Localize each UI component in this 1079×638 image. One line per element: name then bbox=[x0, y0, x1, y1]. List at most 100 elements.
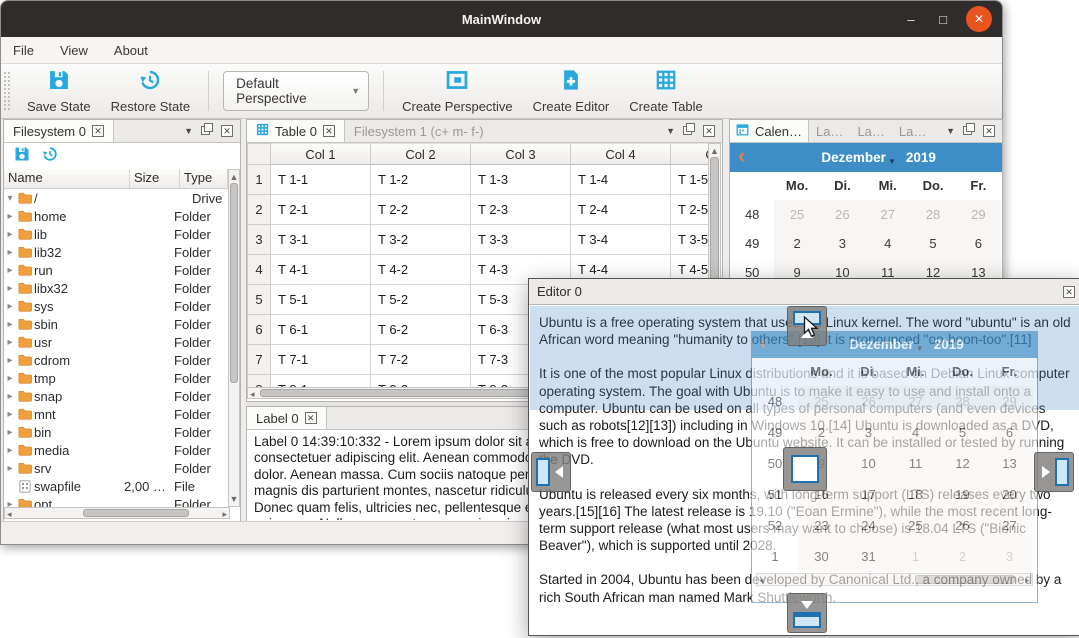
fs-save-icon[interactable] bbox=[14, 146, 30, 167]
table-cell[interactable]: T 1-3 bbox=[471, 165, 571, 195]
table-cell[interactable]: T 8-2 bbox=[371, 375, 471, 387]
tree-row-root[interactable]: ▾/Drive bbox=[4, 189, 230, 207]
table-column-header[interactable]: Col 1 bbox=[271, 143, 371, 165]
tree-row-run[interactable]: ▸runFolder bbox=[4, 261, 230, 279]
perspective-combobox[interactable]: Default Perspective ▼ bbox=[223, 71, 369, 111]
restore-state-button[interactable]: Restore State bbox=[101, 65, 201, 118]
tree-expander-icon[interactable]: ▸ bbox=[4, 391, 16, 402]
tree-expander-icon[interactable]: ▸ bbox=[4, 373, 16, 384]
tab-close-icon[interactable]: ✕ bbox=[323, 125, 335, 137]
table-row-header[interactable]: 3 bbox=[247, 225, 271, 255]
table-cell[interactable]: T 4-1 bbox=[271, 255, 371, 285]
tree-row-media[interactable]: ▸mediaFolder bbox=[4, 441, 230, 459]
minimize-button[interactable]: – bbox=[902, 12, 920, 27]
tab-label-0[interactable]: Label 0 ✕ bbox=[247, 407, 327, 429]
toolbar-drag-handle[interactable] bbox=[3, 71, 11, 111]
table-row-header[interactable]: 4 bbox=[247, 255, 271, 285]
menu-view[interactable]: View bbox=[60, 43, 88, 58]
table-corner-cell[interactable] bbox=[247, 143, 271, 165]
tree-row-srv[interactable]: ▸srvFolder bbox=[4, 459, 230, 477]
editor-titlebar[interactable]: Editor 0 ✕ bbox=[529, 279, 1079, 305]
calendar-day-cell[interactable]: 5 bbox=[910, 229, 955, 258]
close-button[interactable]: ✕ bbox=[966, 6, 992, 32]
tree-row-cdrom[interactable]: ▸cdromFolder bbox=[4, 351, 230, 369]
calendar-day-cell[interactable]: 6 bbox=[956, 229, 1001, 258]
calendar-day-cell[interactable]: 3 bbox=[820, 229, 865, 258]
dock-menu-icon[interactable]: ▼ bbox=[666, 126, 675, 136]
table-column-header[interactable]: Col 2 bbox=[371, 143, 471, 165]
tab-filesystem-0[interactable]: Filesystem 0 ✕ bbox=[4, 120, 114, 142]
tree-row-usr[interactable]: ▸usrFolder bbox=[4, 333, 230, 351]
create-table-button[interactable]: Create Table bbox=[619, 65, 712, 118]
dock-close-icon[interactable]: ✕ bbox=[983, 125, 995, 137]
table-cell[interactable]: T 1-5 bbox=[671, 165, 709, 195]
tree-expander-icon[interactable]: ▸ bbox=[4, 301, 16, 312]
dock-close-icon[interactable]: ✕ bbox=[221, 125, 233, 137]
tab-table-0[interactable]: Table 0 ✕ bbox=[247, 120, 345, 142]
tree-column-header[interactable]: Size bbox=[130, 169, 180, 188]
tab-calendar[interactable]: Calen… bbox=[730, 120, 809, 142]
tree-expander-icon[interactable]: ▸ bbox=[4, 337, 16, 348]
tree-expander-icon[interactable]: ▸ bbox=[4, 211, 16, 222]
table-cell[interactable]: T 2-3 bbox=[471, 195, 571, 225]
tree-column-header[interactable]: Name bbox=[4, 169, 130, 188]
create-perspective-button[interactable]: Create Perspective bbox=[392, 65, 523, 118]
table-cell[interactable]: T 2-5 bbox=[671, 195, 709, 225]
table-cell[interactable]: T 3-1 bbox=[271, 225, 371, 255]
table-column-header[interactable]: Col 5 bbox=[671, 143, 709, 165]
tree-row-bin[interactable]: ▸binFolder bbox=[4, 423, 230, 441]
tab-close-icon[interactable]: ✕ bbox=[305, 412, 317, 424]
calendar-prev-icon[interactable]: ‹ bbox=[730, 145, 755, 171]
tree-expander-icon[interactable]: ▸ bbox=[4, 427, 16, 438]
tree-expander-icon[interactable]: ▾ bbox=[4, 193, 16, 204]
tree-expander-icon[interactable]: ▸ bbox=[4, 229, 16, 240]
tree-vertical-scrollbar[interactable]: ▲ ▼ bbox=[228, 169, 240, 507]
menu-file[interactable]: File bbox=[13, 43, 34, 58]
table-cell[interactable]: T 5-1 bbox=[271, 285, 371, 315]
dock-menu-icon[interactable]: ▼ bbox=[184, 126, 193, 136]
dock-indicator-bottom[interactable] bbox=[787, 593, 827, 633]
table-row-header[interactable]: 5 bbox=[247, 285, 271, 315]
calendar-day-cell[interactable]: 28 bbox=[910, 200, 955, 229]
tree-row-sys[interactable]: ▸sysFolder bbox=[4, 297, 230, 315]
tree-row-home[interactable]: ▸homeFolder bbox=[4, 207, 230, 225]
create-editor-button[interactable]: Create Editor bbox=[523, 65, 620, 118]
table-cell[interactable]: T 7-1 bbox=[271, 345, 371, 375]
calendar-day-cell[interactable]: 27 bbox=[865, 200, 910, 229]
save-state-button[interactable]: Save State bbox=[17, 65, 101, 118]
dock-indicator-left[interactable] bbox=[531, 452, 571, 492]
table-cell[interactable]: T 6-2 bbox=[371, 315, 471, 345]
tree-row-snap[interactable]: ▸snapFolder bbox=[4, 387, 230, 405]
tree-expander-icon[interactable]: ▸ bbox=[4, 445, 16, 456]
tree-column-header[interactable]: Type bbox=[180, 169, 228, 188]
undock-icon[interactable] bbox=[201, 122, 213, 140]
tree-expander-icon[interactable]: ▸ bbox=[4, 247, 16, 258]
table-cell[interactable]: T 3-4 bbox=[571, 225, 671, 255]
tree-row-tmp[interactable]: ▸tmpFolder bbox=[4, 369, 230, 387]
table-row-header[interactable]: 1 bbox=[247, 165, 271, 195]
table-cell[interactable]: T 2-4 bbox=[571, 195, 671, 225]
table-cell[interactable]: T 8-1 bbox=[271, 375, 371, 387]
calendar-day-cell[interactable]: 4 bbox=[865, 229, 910, 258]
tree-expander-icon[interactable]: ▸ bbox=[4, 499, 16, 508]
tree-row-sbin[interactable]: ▸sbinFolder bbox=[4, 315, 230, 333]
tree-row-swapfile[interactable]: swapfile2,00 …File bbox=[4, 477, 230, 495]
table-cell[interactable]: T 1-1 bbox=[271, 165, 371, 195]
table-cell[interactable]: T 4-2 bbox=[371, 255, 471, 285]
maximize-button[interactable]: □ bbox=[934, 12, 952, 27]
tree-row-lib[interactable]: ▸libFolder bbox=[4, 225, 230, 243]
calendar-day-cell[interactable]: 26 bbox=[820, 200, 865, 229]
menu-about[interactable]: About bbox=[114, 43, 148, 58]
undock-icon[interactable] bbox=[683, 122, 695, 140]
tree-row-opt[interactable]: ▸optFolder bbox=[4, 495, 230, 507]
table-row-header[interactable]: 6 bbox=[247, 315, 271, 345]
table-cell[interactable]: T 1-4 bbox=[571, 165, 671, 195]
table-row-header[interactable]: 8 bbox=[247, 375, 271, 387]
tree-row-lib32[interactable]: ▸lib32Folder bbox=[4, 243, 230, 261]
table-cell[interactable]: T 7-2 bbox=[371, 345, 471, 375]
tree-expander-icon[interactable]: ▸ bbox=[4, 355, 16, 366]
table-column-header[interactable]: Col 3 bbox=[471, 143, 571, 165]
table-cell[interactable]: T 2-2 bbox=[371, 195, 471, 225]
dock-indicator-right[interactable] bbox=[1034, 452, 1074, 492]
window-titlebar[interactable]: MainWindow – □ ✕ bbox=[1, 1, 1002, 37]
